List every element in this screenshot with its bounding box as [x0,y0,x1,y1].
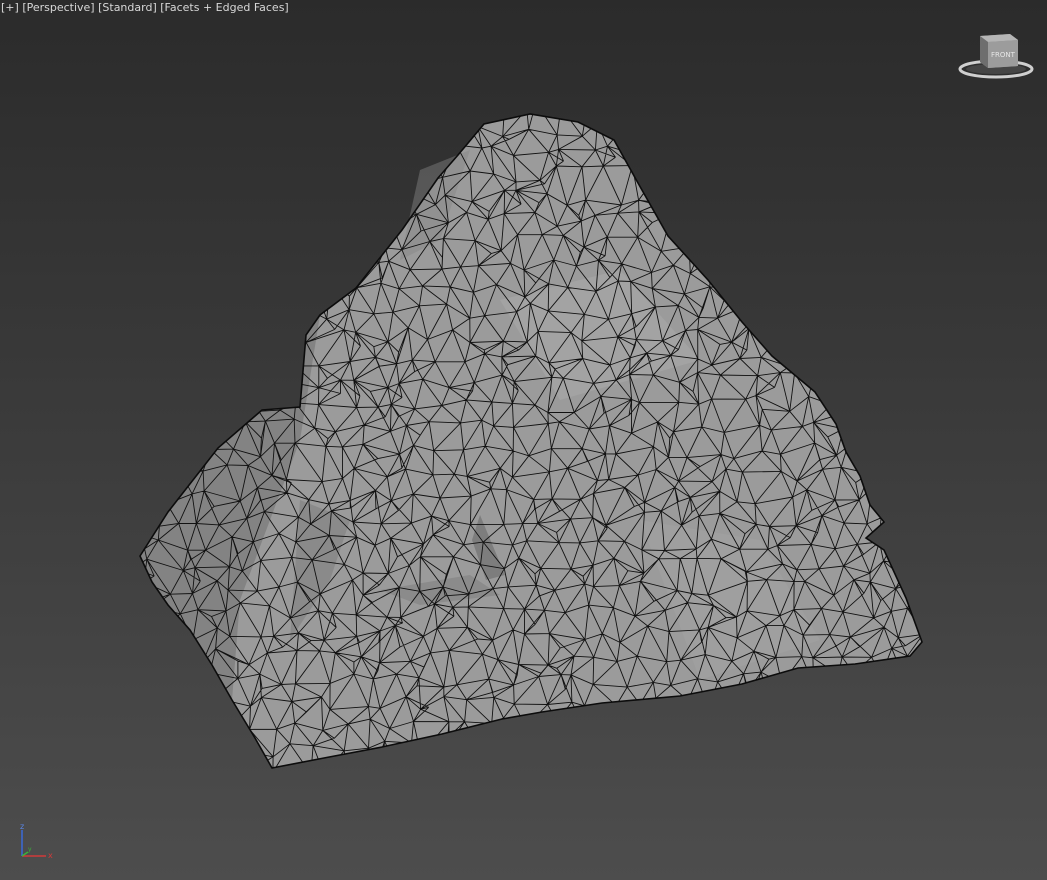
mesh-base-shape [140,114,922,768]
axis-tripod-icon: x z y [20,822,53,860]
y-axis-label: y [28,846,32,853]
rock-mesh-object[interactable] [0,0,1047,880]
x-axis-label: x [48,851,53,860]
perspective-viewport[interactable]: [+] [Perspective] [Standard] [Facets + E… [0,0,1047,880]
viewcube-face-label: FRONT [991,51,1016,59]
z-axis-label: z [20,822,24,831]
viewcube-icon[interactable]: FRONT [950,28,1042,84]
